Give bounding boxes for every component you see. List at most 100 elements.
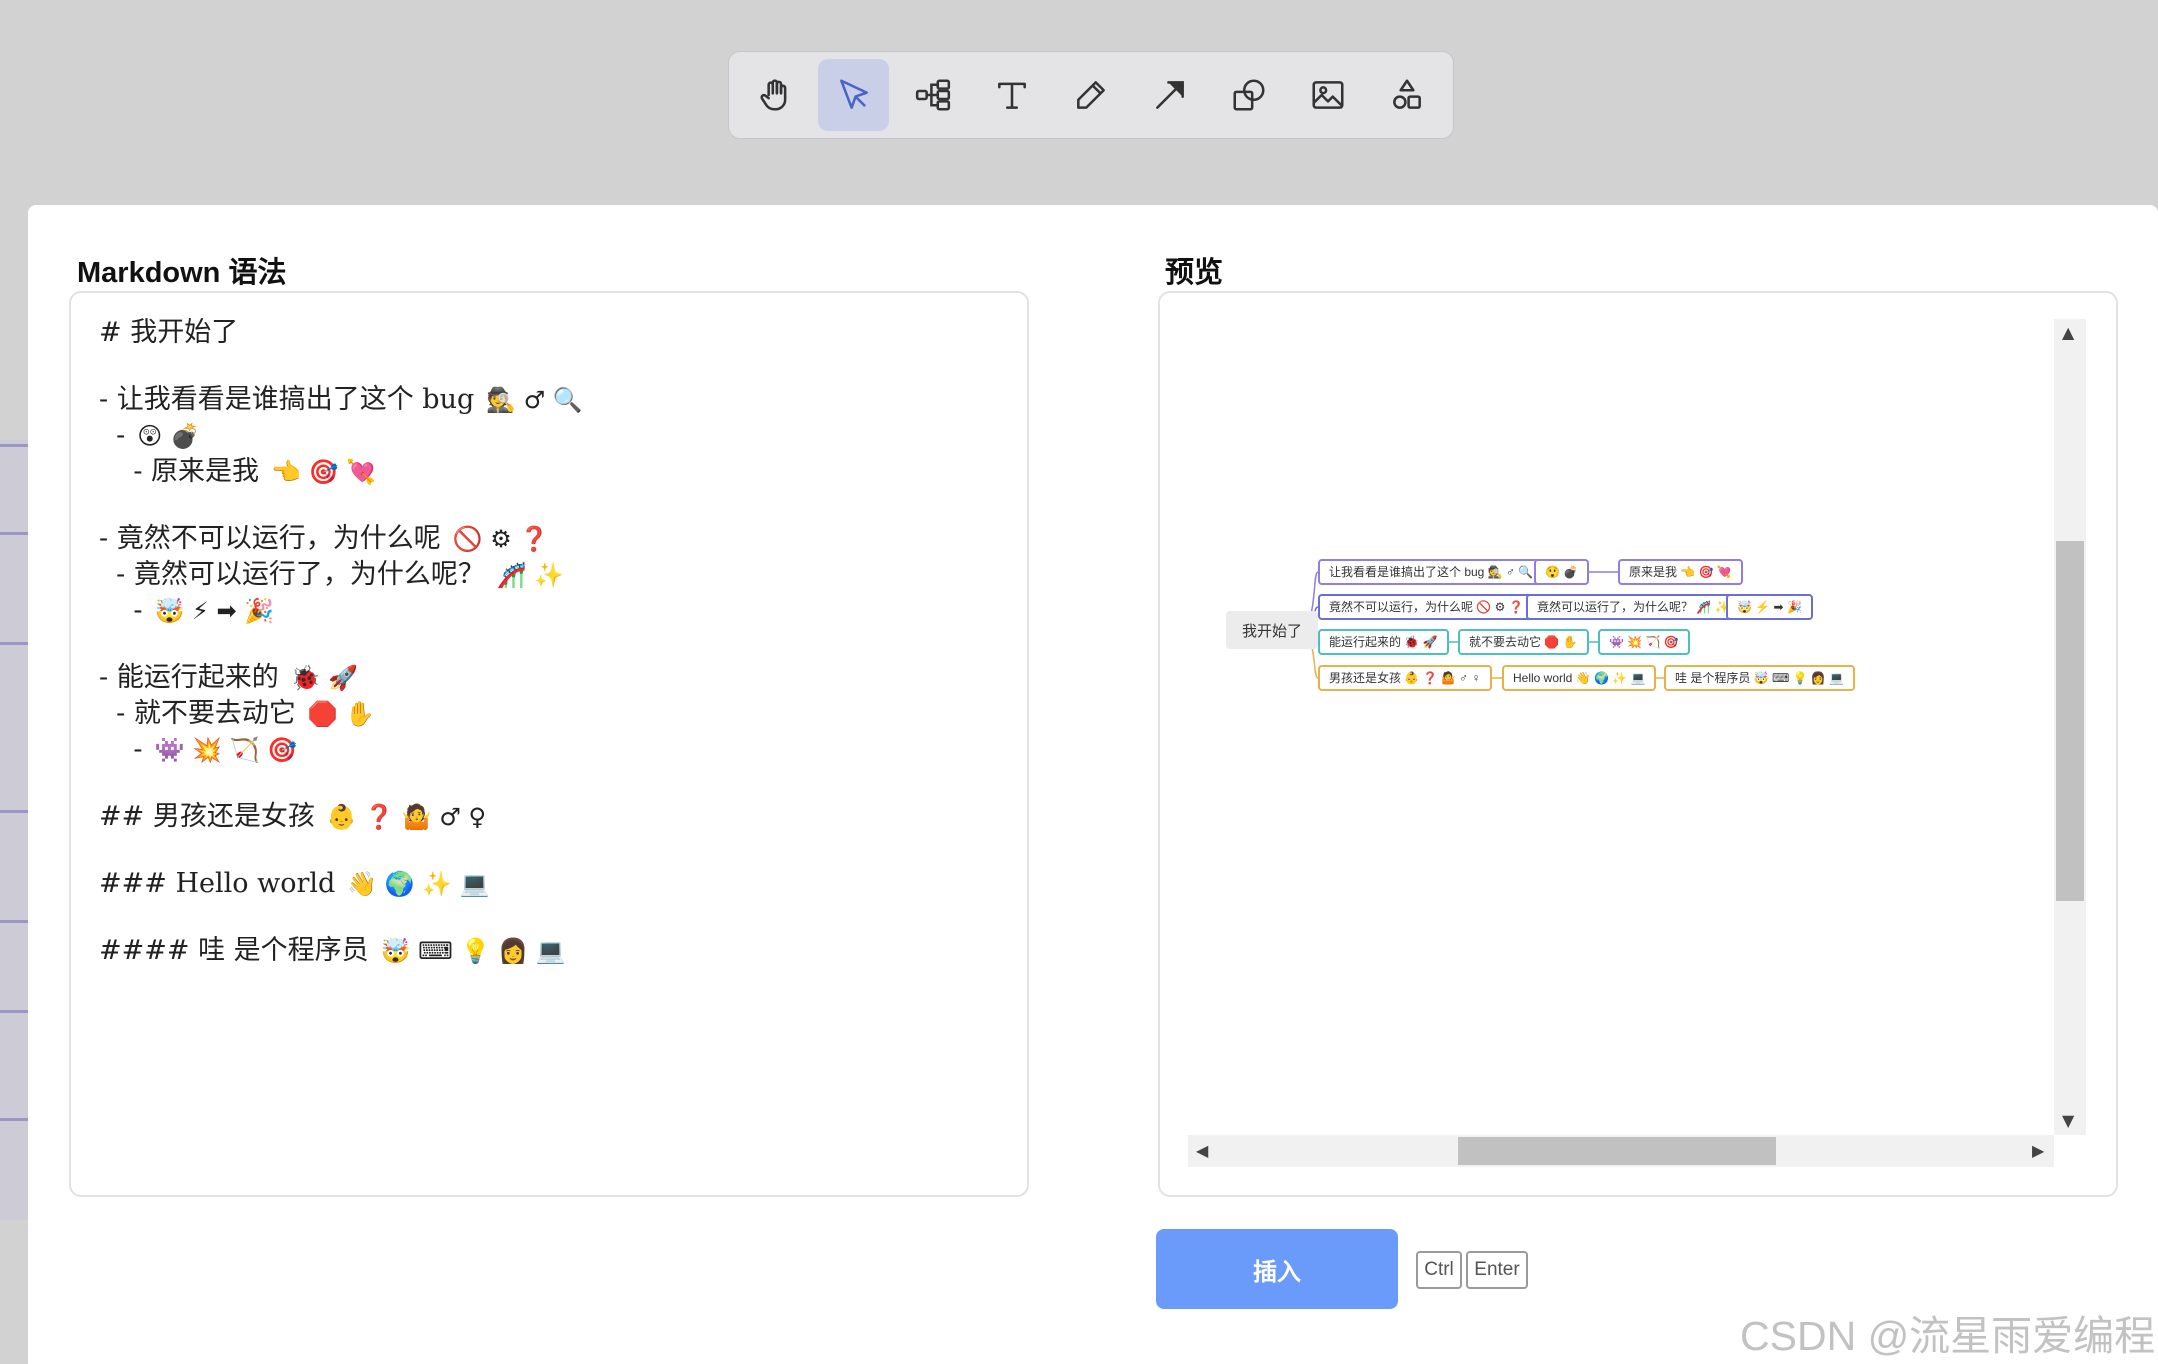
mindmap-node[interactable]: 👾 💥 🏹 🎯 [1598, 629, 1690, 655]
editor-line-text: - [99, 734, 143, 765]
editor-line-emoji: 🐞 🚀 [290, 664, 359, 692]
editor-line-text: - [99, 595, 143, 626]
mindmap-node[interactable]: 哇 是个程序员 🤯 ⌨ 💡 👩 💻 [1664, 665, 1856, 691]
editor-line-text: - 让我看看是谁搞出了这个 bug [99, 384, 475, 415]
mindmap-node[interactable]: 竟然不可以运行，为什么呢 🚫 ⚙ ❓ [1318, 594, 1535, 620]
mindmap-node[interactable]: 让我看看是谁搞出了这个 bug 🕵 ♂ 🔍 [1318, 559, 1545, 585]
editor-line: - 👾 💥 🏹 🎯 [99, 732, 999, 768]
editor-line: - 就不要去动它 🛑 ✋ [99, 696, 999, 732]
editor-line-emoji: 🕵 ♂ 🔍 [486, 386, 583, 414]
pen-tool-button[interactable] [1055, 59, 1126, 131]
arrow-icon [1156, 81, 1185, 109]
editor-line: - 让我看看是谁搞出了这个 bug 🕵 ♂ 🔍 [99, 382, 999, 418]
select-tool-button[interactable] [818, 59, 890, 131]
mindmap-icon [915, 79, 950, 111]
image-icon [1312, 81, 1344, 109]
editor-line-text: ## 男孩还是女孩 [99, 801, 315, 832]
mindmap-node[interactable]: 男孩还是女孩 👶 ❓ 🤷 ♂ ♀ [1318, 665, 1492, 691]
scroll-down-arrow-icon[interactable]: ▼ [2062, 1111, 2074, 1130]
editor-line-emoji: 🛑 ✋ [307, 700, 376, 728]
arrow-tool-button[interactable] [1135, 59, 1206, 131]
scroll-up-arrow-icon[interactable]: ▲ [2062, 323, 2074, 342]
editor-line-text: - 就不要去动它 [99, 698, 296, 729]
enter-key-hint: Enter [1466, 1251, 1528, 1289]
mindmap-node[interactable]: Hello world 👋 🌍 ✨ 💻 [1502, 665, 1657, 691]
text-icon [997, 82, 1026, 109]
editor-line: - 竟然不可以运行，为什么呢 🚫 ⚙ ❓ [99, 521, 999, 557]
shape-tool-button[interactable] [1214, 59, 1285, 131]
editor-line: - 能运行起来的 🐞 🚀 [99, 660, 999, 696]
editor-line-emoji: 👾 💥 🏹 🎯 [154, 736, 297, 764]
insert-button[interactable]: 插入 [1156, 1229, 1398, 1309]
background-divider [0, 810, 30, 813]
editor-line: #### 哇 是个程序员 🤯 ⌨ 💡 👩 💻 [99, 933, 999, 969]
more-shapes-tool-button[interactable] [1372, 59, 1443, 131]
preview-panel: 我开始了 ▲ ▼ ◀ ▶ 让我看看是谁搞出了这个 bug 🕵 ♂ 🔍 😲 💣 原来是… [1158, 291, 2118, 1197]
background-divider [0, 642, 30, 645]
shapes-icon [1233, 79, 1265, 111]
editor-blank-line [99, 629, 999, 660]
horizontal-scroll-thumb[interactable] [1458, 1137, 1776, 1165]
scroll-right-arrow-icon[interactable]: ▶ [2032, 1141, 2044, 1160]
editor-line-text: - 原来是我 [99, 456, 260, 487]
editor-line-text: # 我开始了 [99, 317, 239, 348]
mindmap-node[interactable]: 😲 💣 [1534, 559, 1590, 585]
editor-line-emoji: 🚫 ⚙ ❓ [452, 525, 550, 553]
editor-blank-line [99, 768, 999, 799]
editor-line: - 😲 💣 [99, 418, 999, 454]
editor-line-emoji: 🤯 ⚡ ➡ 🎉 [154, 597, 275, 625]
watermark: CSDN @流星雨爱编程 [1740, 1313, 2156, 1359]
horizontal-scrollbar[interactable]: ◀ ▶ [1188, 1135, 2054, 1167]
editor-line: # 我开始了 [99, 315, 999, 351]
background-divider [0, 444, 30, 447]
editor-line: ### Hello world 👋 🌍 ✨ 💻 [99, 866, 999, 902]
editor-line: ## 男孩还是女孩 👶 ❓ 🤷 ♂ ♀ [99, 799, 999, 835]
background-divider [0, 532, 30, 535]
mindmap-node[interactable]: 能运行起来的 🐞 🚀 [1318, 629, 1449, 655]
markdown-editor[interactable]: # 我开始了 - 让我看看是谁搞出了这个 bug 🕵 ♂ 🔍 - 😲 💣 - 原来是我… [69, 291, 1029, 1197]
editor-blank-line [99, 835, 999, 866]
mindmap-node[interactable]: 🤯 ⚡ ➡ 🎉 [1726, 594, 1813, 620]
editor-blank-line [99, 351, 999, 382]
editor-line-emoji: 👶 ❓ 🤷 ♂ ♀ [326, 803, 487, 831]
vertical-scroll-thumb[interactable] [2056, 541, 2084, 901]
vertical-scrollbar[interactable]: ▲ ▼ [2054, 319, 2086, 1135]
markdown-insert-dialog: Markdown 语法 预览 # 我开始了 - 让我看看是谁搞出了这个 bug 🕵 … [28, 205, 2158, 1364]
cursor-arrow-icon [839, 79, 868, 109]
scroll-left-arrow-icon[interactable]: ◀ [1196, 1141, 1208, 1160]
mindmap-connectors [1297, 571, 1726, 679]
editor-line-emoji: 🤯 ⌨ 💡 👩 💻 [380, 937, 566, 965]
text-tool-button[interactable] [976, 59, 1047, 131]
editor-line-text: - 竟然不可以运行，为什么呢 [99, 523, 441, 554]
editor-line-text: ### Hello world [99, 868, 336, 899]
background-divider [0, 1118, 30, 1121]
editor-line-text: - 能运行起来的 [99, 662, 279, 693]
editor-line-text: #### 哇 是个程序员 [99, 935, 369, 966]
mindmap-node[interactable]: 竟然可以运行了，为什么呢？ 🎢 ✨ [1526, 594, 1741, 620]
drawing-toolbar [728, 51, 1454, 139]
mindmap-tool-button[interactable] [897, 59, 968, 131]
editor-line-emoji: 👋 🌍 ✨ 💻 [347, 870, 490, 898]
editor-title: Markdown 语法 [77, 257, 287, 289]
image-tool-button[interactable] [1293, 59, 1364, 131]
editor-line: - 🤯 ⚡ ➡ 🎉 [99, 593, 999, 629]
triangle-circle-square-icon [1393, 79, 1422, 109]
editor-line: - 原来是我 👈 🎯 💘 [99, 454, 999, 490]
editor-line-text: - 竟然可以运行了，为什么呢？ [99, 559, 485, 590]
editor-line-emoji: 😲 💣 [137, 422, 200, 450]
editor-line-emoji: 👈 🎯 💘 [271, 458, 376, 486]
background-divider [0, 1010, 30, 1013]
editor-line: - 竟然可以运行了，为什么呢？ 🎢 ✨ [99, 557, 999, 593]
background-divider [0, 920, 30, 923]
ctrl-key-hint: Ctrl [1416, 1251, 1462, 1289]
hand-icon [760, 79, 786, 111]
mindmap-viewport[interactable]: 我开始了 ▲ ▼ ◀ ▶ 让我看看是谁搞出了这个 bug 🕵 ♂ 🔍 😲 💣 原来是… [1188, 319, 2086, 1167]
mindmap-root-node: 我开始了 [1226, 611, 1318, 649]
preview-title: 预览 [1165, 257, 1224, 289]
hand-tool-button[interactable] [739, 59, 810, 131]
mindmap-node[interactable]: 原来是我 👈 🎯 💘 [1618, 559, 1743, 585]
mindmap-node[interactable]: 就不要去动它 🛑 ✋ [1458, 629, 1589, 655]
editor-line-text: - [99, 420, 126, 451]
background-sidebar [0, 440, 30, 1220]
editor-blank-line [99, 490, 999, 521]
